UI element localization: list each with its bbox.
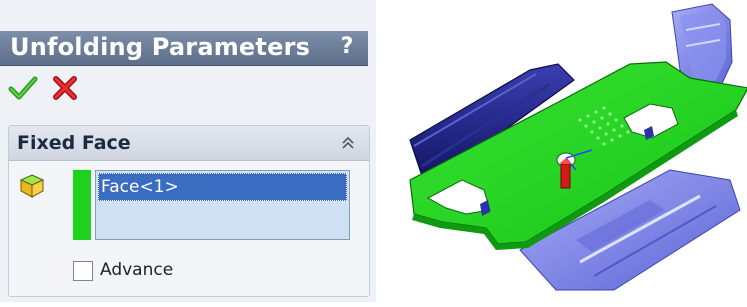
fixed-face-selection-box[interactable]: Face<1> <box>95 170 350 240</box>
title-bar: Unfolding Parameters ? <box>0 31 368 66</box>
property-manager-panel: Unfolding Parameters ? Fixed Face Face<1… <box>0 0 376 302</box>
group-title: Fixed Face <box>17 132 131 154</box>
group-header[interactable]: Fixed Face <box>9 126 369 161</box>
panel-title: Unfolding Parameters <box>10 33 311 61</box>
selected-face-item[interactable]: Face<1> <box>98 173 347 201</box>
action-row <box>0 67 368 105</box>
collapse-chevron-icon[interactable] <box>339 134 357 152</box>
advance-label: Advance <box>100 260 174 280</box>
face-selection-icon <box>19 174 45 198</box>
sheet-metal-model <box>409 3 747 291</box>
selection-color-swatch <box>73 170 91 240</box>
cancel-button[interactable] <box>50 75 80 101</box>
advance-checkbox[interactable] <box>73 261 93 281</box>
fixed-face-group: Fixed Face Face<1> Advance <box>8 125 370 297</box>
checkmark-icon <box>8 76 38 100</box>
help-icon[interactable]: ? <box>336 33 358 61</box>
graphics-viewport[interactable] <box>380 0 747 302</box>
x-icon <box>53 76 77 100</box>
ok-button[interactable] <box>8 75 38 101</box>
